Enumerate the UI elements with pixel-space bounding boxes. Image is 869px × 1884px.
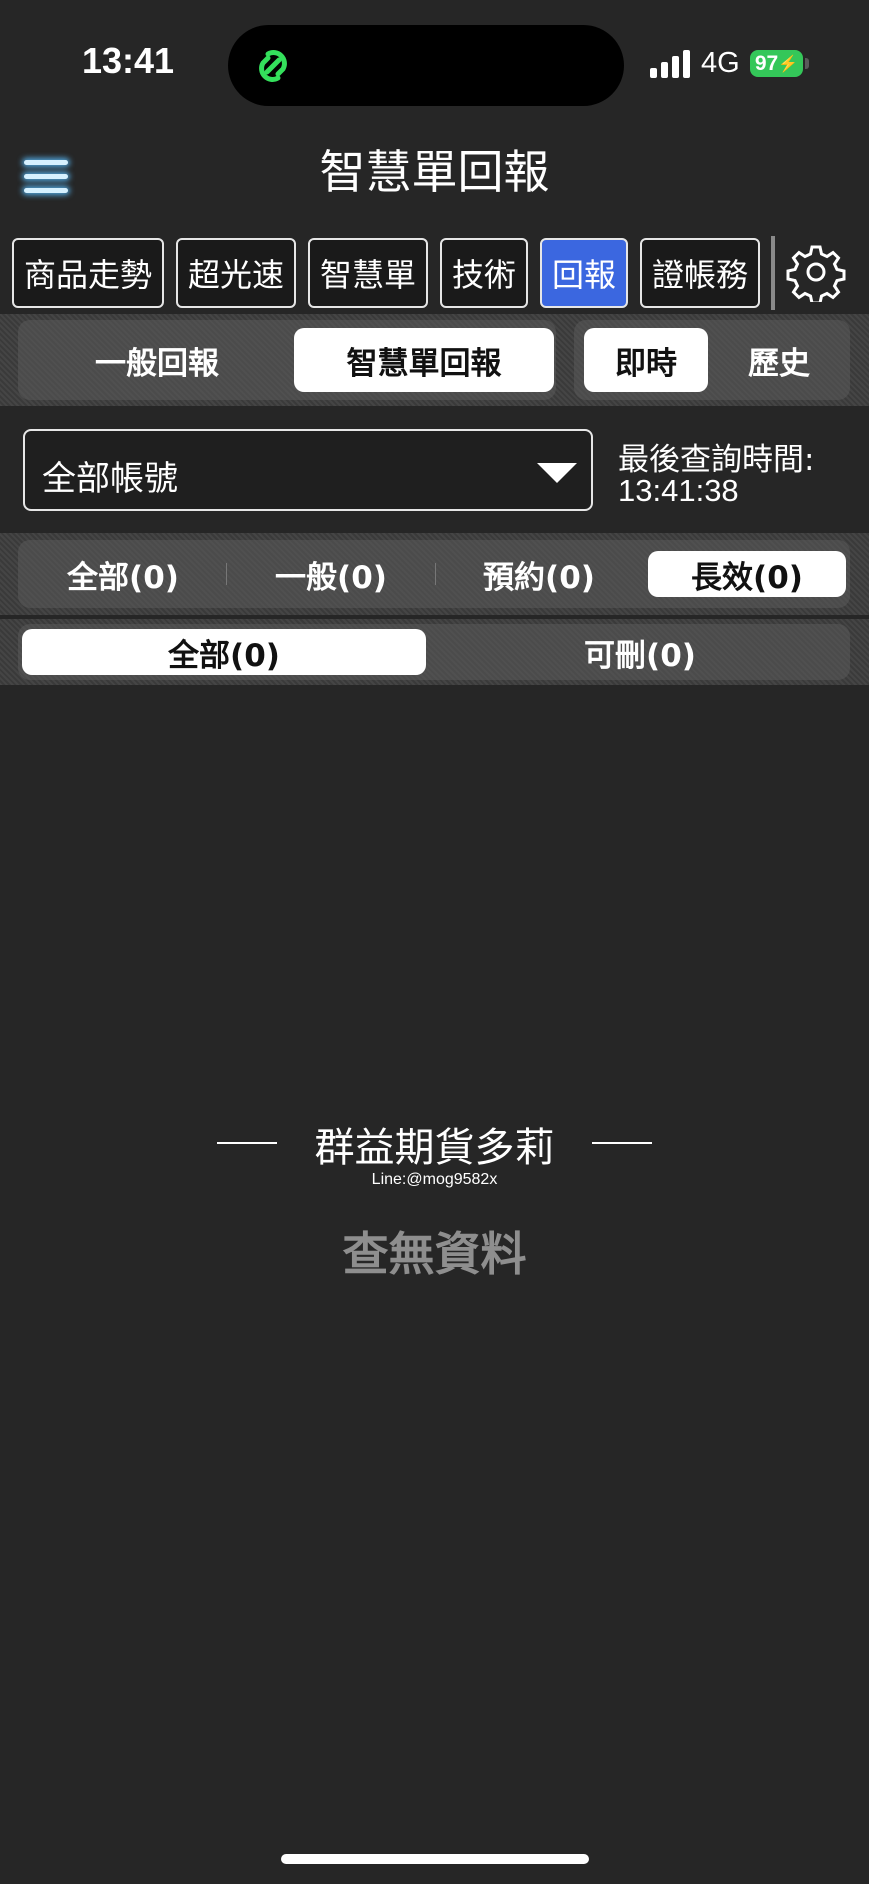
page-title: 智慧單回報 — [319, 145, 550, 199]
filter-delete-all[interactable]: 全部(0) — [22, 629, 426, 675]
empty-state-message: 查無資料 — [342, 1227, 527, 1281]
tab-divider — [771, 236, 775, 310]
link-chain-icon — [259, 50, 287, 82]
seg-general-report[interactable]: 一般回報 — [28, 328, 286, 392]
report-mode-bar: 一般回報 智慧單回報 即時 歷史 — [0, 314, 869, 406]
last-query-time: 13:41:38 — [618, 473, 739, 508]
segment-separator — [435, 563, 436, 585]
home-indicator[interactable] — [281, 1854, 589, 1864]
filter-reserved[interactable]: 預約(0) — [438, 544, 640, 604]
report-type-segmented: 一般回報 智慧單回報 — [18, 320, 556, 400]
tab-technical[interactable]: 技術 — [440, 238, 528, 308]
seg-smart-order-report[interactable]: 智慧單回報 — [294, 328, 554, 392]
status-time: 13:41 — [82, 40, 175, 81]
delete-filter-segmented: 全部(0) 可刪(0) — [18, 624, 850, 680]
battery-level: 97 — [754, 51, 779, 75]
status-bar: 13:41 4G 97 ⚡ — [0, 0, 869, 110]
cellular-signal-icon — [650, 50, 690, 78]
tab-product-trend[interactable]: 商品走勢 — [12, 238, 164, 308]
network-type: 4G — [701, 47, 740, 79]
filter-all[interactable]: 全部(0) — [22, 544, 224, 604]
tab-super-speed[interactable]: 超光速 — [176, 238, 296, 308]
filter-general[interactable]: 一般(0) — [230, 544, 432, 604]
account-selected-value: 全部帳號 — [42, 459, 178, 499]
account-dropdown[interactable]: 全部帳號 — [23, 429, 593, 511]
charging-bolt-icon: ⚡ — [778, 55, 799, 73]
triangle-down-icon — [537, 463, 577, 483]
order-type-filter-bar: 全部(0) 一般(0) 預約(0) 長效(0) — [0, 533, 869, 615]
tab-securities-account[interactable]: 證帳務 — [640, 238, 760, 308]
seg-realtime[interactable]: 即時 — [584, 328, 708, 392]
dynamic-island — [228, 25, 624, 106]
tab-smart-order[interactable]: 智慧單 — [308, 238, 428, 308]
filter-long-term[interactable]: 長效(0) — [648, 551, 846, 597]
battery-cap — [805, 58, 809, 69]
seg-history[interactable]: 歷史 — [714, 328, 844, 392]
filter-deletable[interactable]: 可刪(0) — [438, 629, 842, 675]
watermark-subtitle: Line:@mog9582x — [371, 1171, 498, 1188]
segment-separator — [226, 563, 227, 585]
order-type-segmented: 全部(0) 一般(0) 預約(0) 長效(0) — [18, 540, 850, 608]
tab-report[interactable]: 回報 — [540, 238, 628, 308]
time-mode-segmented: 即時 歷史 — [574, 320, 850, 400]
battery-indicator: 97 ⚡ — [750, 50, 803, 77]
gear-icon[interactable] — [786, 242, 846, 302]
watermark-title: 群益期貨多莉 — [314, 1125, 555, 1171]
delete-filter-bar: 全部(0) 可刪(0) — [0, 619, 869, 685]
